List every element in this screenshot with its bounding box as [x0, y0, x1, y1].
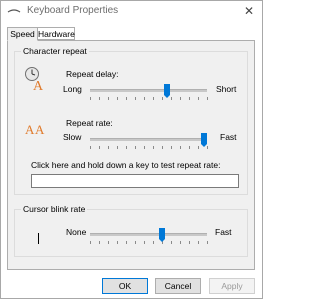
repeat-rate-track	[90, 138, 207, 141]
cursor-blink-slider-thumb[interactable]	[158, 228, 165, 242]
repeat-rate-label: Repeat rate:	[66, 118, 113, 128]
cancel-button[interactable]: Cancel	[155, 278, 201, 294]
cursor-icon	[38, 233, 39, 244]
window-title: Keyboard Properties	[27, 5, 119, 16]
repeat-delay-track	[90, 89, 207, 92]
repeat-rate-icon: A A	[25, 122, 45, 137]
title-bar: Keyboard Properties ✕	[1, 1, 262, 23]
repeat-delay-slider-thumb[interactable]	[164, 84, 171, 98]
cursor-blink-group: Cursor blink rate None Fast	[14, 204, 248, 257]
character-repeat-label: Character repeat	[21, 46, 89, 56]
repeat-delay-icon: A	[25, 67, 44, 92]
repeat-test-input[interactable]	[31, 174, 239, 188]
svg-text:A: A	[25, 122, 35, 137]
repeat-rate-slider-thumb[interactable]	[201, 133, 207, 147]
cursor-blink-max: Fast	[215, 227, 232, 237]
repeat-rate-ticks	[90, 146, 208, 149]
repeat-rate-max: Fast	[220, 132, 237, 142]
cursor-blink-label: Cursor blink rate	[21, 204, 88, 214]
speed-panel: Character repeat A Repeat delay: Long Sh…	[7, 40, 255, 270]
keyboard-properties-window: Keyboard Properties ✕ Speed Hardware Cha…	[0, 0, 263, 299]
apply-button[interactable]: Apply	[209, 278, 255, 294]
test-prompt-label: Click here and hold down a key to test r…	[31, 160, 221, 170]
repeat-delay-ticks	[90, 97, 208, 100]
keyboard-app-icon	[7, 9, 21, 13]
svg-text:A: A	[33, 79, 44, 92]
tab-hardware[interactable]: Hardware	[37, 27, 75, 40]
repeat-delay-max: Short	[216, 84, 237, 94]
character-repeat-group: Character repeat A Repeat delay: Long Sh…	[14, 46, 248, 195]
ok-button[interactable]: OK	[102, 278, 148, 294]
cursor-blink-min: None	[66, 227, 87, 237]
cursor-blink-track	[90, 233, 207, 236]
tab-speed[interactable]: Speed	[7, 27, 38, 41]
cursor-blink-ticks	[90, 241, 208, 244]
repeat-delay-min: Long	[63, 84, 82, 94]
repeat-delay-label: Repeat delay:	[66, 69, 119, 79]
repeat-rate-min: Slow	[63, 132, 82, 142]
close-icon[interactable]: ✕	[244, 4, 254, 18]
svg-text:A: A	[35, 122, 45, 137]
